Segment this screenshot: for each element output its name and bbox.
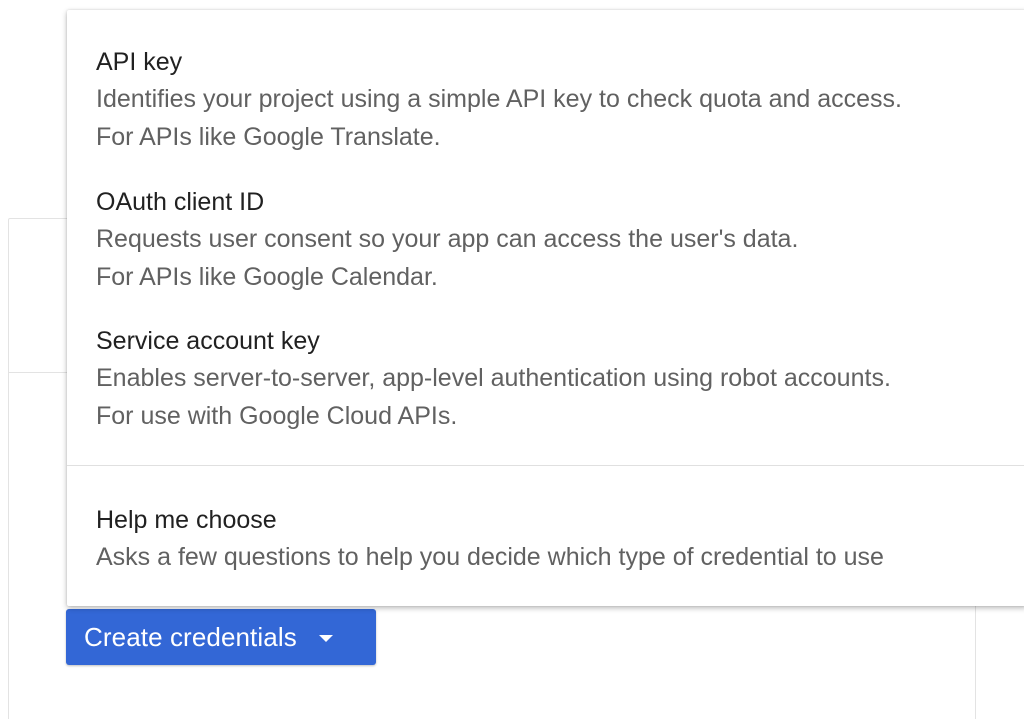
menu-item-oauth-client-id[interactable]: OAuth client ID Requests user consent so…	[67, 184, 1024, 296]
menu-item-service-account-key[interactable]: Service account key Enables server-to-se…	[67, 323, 1024, 435]
menu-divider	[67, 465, 1024, 466]
menu-item-description: Identifies your project using a simple A…	[96, 85, 902, 113]
page: Create credentials API key Identifies yo…	[0, 0, 1024, 719]
caret-down-icon	[318, 634, 333, 642]
menu-item-title: API key	[96, 48, 183, 76]
credentials-dropdown-menu: API key Identifies your project using a …	[67, 10, 1024, 606]
menu-item-help-me-choose[interactable]: Help me choose Asks a few questions to h…	[67, 502, 1024, 576]
menu-item-api-key[interactable]: API key Identifies your project using a …	[67, 44, 1024, 156]
menu-item-title: Service account key	[96, 327, 320, 355]
menu-item-description: For APIs like Google Calendar.	[96, 263, 438, 291]
menu-item-description: Requests user consent so your app can ac…	[96, 225, 799, 253]
menu-item-title: OAuth client ID	[96, 188, 265, 216]
menu-item-description: For use with Google Cloud APIs.	[96, 402, 458, 430]
create-credentials-label: Create credentials	[84, 621, 297, 652]
menu-item-description: Asks a few questions to help you decide …	[96, 543, 884, 571]
menu-item-description: For APIs like Google Translate.	[96, 123, 441, 151]
menu-item-description: Enables server-to-server, app-level auth…	[96, 364, 891, 392]
create-credentials-button[interactable]: Create credentials	[66, 609, 376, 665]
menu-item-title: Help me choose	[96, 506, 277, 534]
